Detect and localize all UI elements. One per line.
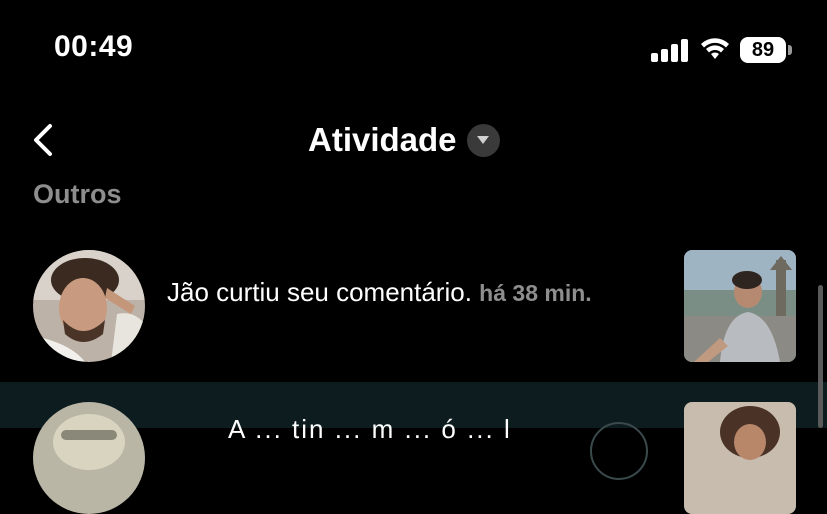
activity-header: Atividade bbox=[0, 108, 827, 172]
battery-indicator: 89 bbox=[740, 37, 786, 63]
battery-cap bbox=[788, 45, 792, 55]
status-time: 00:49 bbox=[54, 30, 134, 63]
notification-row[interactable]: A ... tin ... m ... ó ... l bbox=[0, 382, 827, 514]
notification-text: Jão curtiu seu comentário. há 38 min. bbox=[167, 277, 637, 308]
follow-indicator bbox=[590, 422, 648, 480]
notification-message: Jão curtiu seu comentário. bbox=[167, 277, 472, 307]
section-label: Outros bbox=[33, 179, 122, 209]
title-dropdown[interactable]: Atividade bbox=[308, 120, 500, 160]
notification-time: há 38 min. bbox=[479, 280, 592, 306]
notification-row[interactable]: Jão curtiu seu comentário. há 38 min. bbox=[0, 240, 827, 380]
chevron-down-icon bbox=[466, 123, 500, 157]
post-thumbnail[interactable] bbox=[684, 250, 796, 362]
wifi-icon bbox=[701, 38, 729, 59]
scrollbar[interactable] bbox=[818, 285, 823, 428]
notification-message: A ... tin ... m ... ó ... l bbox=[228, 414, 512, 444]
avatar[interactable] bbox=[33, 250, 145, 362]
page-title: Atividade bbox=[308, 121, 457, 158]
avatar[interactable] bbox=[33, 402, 145, 514]
back-chevron-icon[interactable] bbox=[26, 120, 60, 160]
status-bar: 00:49 89 bbox=[0, 0, 827, 100]
cellular-signal-icon bbox=[651, 38, 691, 62]
post-thumbnail[interactable] bbox=[684, 402, 796, 514]
